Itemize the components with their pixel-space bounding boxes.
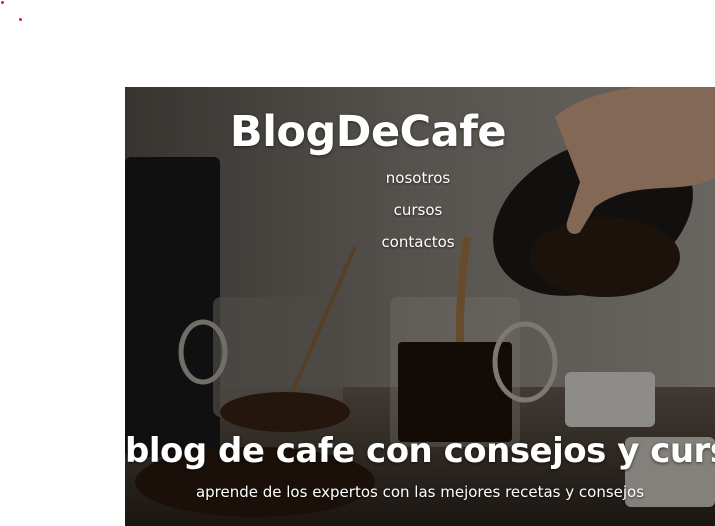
brand-logo[interactable]: BlogDeCafe [125, 107, 611, 157]
red-dot-marker [1, 1, 4, 4]
nav-item-contactos[interactable]: contactos [125, 231, 711, 263]
hero-banner: BlogDeCafe nosotros cursos contactos blo… [125, 87, 715, 526]
hero-subline: aprende de los expertos con las mejores … [195, 483, 645, 501]
nav-item-nosotros[interactable]: nosotros [125, 167, 711, 199]
red-dot-marker [19, 18, 22, 21]
main-nav: nosotros cursos contactos [125, 167, 711, 263]
nav-item-cursos[interactable]: cursos [125, 199, 711, 231]
hero-headline: blog de cafe con consejos y cursos [125, 431, 715, 471]
